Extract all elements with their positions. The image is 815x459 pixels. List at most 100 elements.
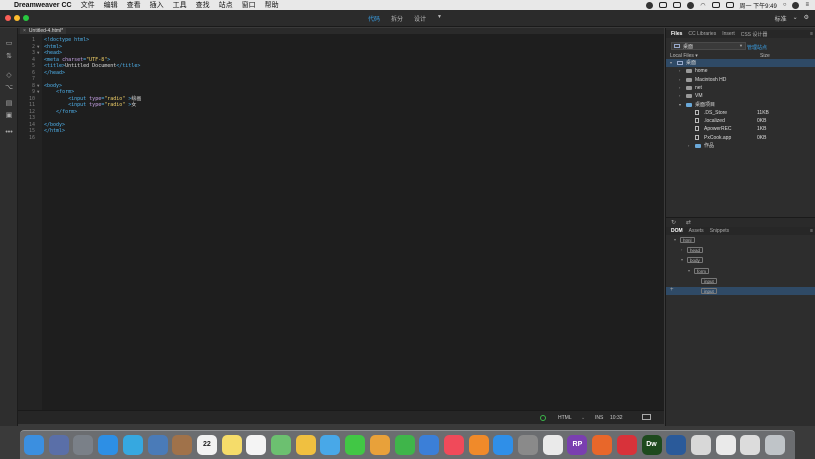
file-tree-item[interactable]: .localized 0KB	[666, 117, 815, 125]
telegram-icon[interactable]	[122, 435, 143, 455]
screen-icon[interactable]	[740, 435, 761, 455]
tab-split-view[interactable]: 拆分	[391, 14, 403, 23]
file-tree-item[interactable]: › VM	[666, 92, 815, 100]
tab-insert[interactable]: Insert	[722, 31, 735, 37]
rocket-icon[interactable]	[73, 435, 94, 455]
tab-css-designer[interactable]: CSS 设计器	[741, 31, 768, 38]
siri-icon[interactable]	[792, 1, 800, 9]
notes-icon[interactable]	[221, 435, 242, 455]
trash-icon[interactable]	[765, 435, 785, 455]
menu-tools[interactable]: 工具	[173, 0, 187, 10]
file-tree-item[interactable]: › net	[666, 84, 815, 92]
baidu-pan-icon[interactable]	[542, 435, 563, 455]
dom-node[interactable]: head	[687, 247, 704, 254]
window-size-icon[interactable]	[642, 414, 651, 420]
chevron-down-icon[interactable]: ▾	[670, 59, 672, 67]
file-tree-item[interactable]: ▾ 桌面	[666, 59, 815, 67]
photos-icon[interactable]	[295, 435, 316, 455]
chevron-down-icon[interactable]: ▼	[437, 14, 442, 23]
tab-cc-libraries[interactable]: CC Libraries	[688, 31, 716, 37]
menu-site[interactable]: 站点	[219, 0, 233, 10]
keyboard-input-icon[interactable]	[711, 2, 720, 8]
menu-find[interactable]: 查找	[196, 0, 210, 10]
safari-icon[interactable]	[98, 435, 119, 455]
tab-dom[interactable]: DOM	[671, 228, 683, 234]
finder-icon[interactable]	[24, 435, 44, 455]
messages-icon[interactable]	[345, 435, 366, 455]
chevron-right-icon[interactable]: ›	[679, 84, 680, 92]
code-editor[interactable]: 1 <!doctype html> 2 ▼ <html> 3 ▼ <head> 4 <meta c…	[18, 34, 664, 410]
menu-help[interactable]: 帮助	[265, 0, 279, 10]
close-window-button[interactable]	[5, 15, 11, 21]
file-tree-item[interactable]: ▾ 桌面项目	[666, 101, 815, 109]
chevron-right-icon[interactable]: ›	[679, 76, 680, 84]
chevron-down-icon[interactable]: ▾	[674, 237, 676, 242]
tab-design-view[interactable]: 设计	[414, 14, 426, 23]
tab-code-view[interactable]: 代码	[368, 14, 380, 23]
tab-assets[interactable]: Assets	[689, 228, 704, 234]
manage-sites-link[interactable]: 管理站点	[747, 44, 767, 51]
search-icon[interactable]: ○	[783, 2, 787, 8]
site-dropdown[interactable]: 桌面 ▼	[671, 42, 746, 50]
firefox-icon[interactable]	[592, 435, 613, 455]
app-store-icon[interactable]	[493, 435, 514, 455]
menu-insert[interactable]: 插入	[150, 0, 164, 10]
quicktime-icon[interactable]	[666, 435, 687, 455]
screenshot-icon[interactable]	[690, 435, 711, 455]
file-tree-item[interactable]: PxCook.app 0KB	[666, 134, 815, 142]
clock[interactable]: 周一 下午9:49	[740, 1, 777, 10]
open-documents-icon[interactable]: ▭	[4, 40, 14, 48]
xmind-icon[interactable]	[616, 435, 637, 455]
time-machine-icon[interactable]	[687, 1, 695, 9]
apply-comment-icon[interactable]: ▤	[4, 100, 14, 108]
check-icon[interactable]	[540, 415, 546, 421]
calendar-icon[interactable]: 22	[196, 435, 217, 455]
more-options-icon[interactable]: •••	[4, 129, 14, 137]
maximize-window-button[interactable]	[23, 15, 29, 21]
wrap-tag-icon[interactable]: ▣	[4, 112, 14, 120]
menu-edit[interactable]: 编辑	[104, 0, 118, 10]
chevron-down-icon[interactable]: ▾	[681, 257, 683, 262]
menu-window[interactable]: 窗口	[242, 0, 256, 10]
tab-files[interactable]: Files	[671, 31, 682, 37]
notification-center-icon[interactable]: ≡	[805, 2, 809, 8]
file-tree-item[interactable]: › Macintosh HD	[666, 76, 815, 84]
file-tree-item[interactable]: › 作品	[666, 142, 815, 150]
menu-view[interactable]: 查看	[127, 0, 141, 10]
display-status-icon[interactable]	[659, 2, 668, 8]
notes-brown-icon[interactable]	[172, 435, 193, 455]
gear-icon[interactable]: ⚙	[804, 14, 809, 23]
pages-icon[interactable]	[369, 435, 390, 455]
add-element-icon[interactable]: +	[670, 287, 674, 293]
file-tree-item[interactable]: ApowerREC 1KB	[666, 125, 815, 133]
axure-rp-icon[interactable]: RP	[567, 435, 588, 455]
file-tree-item[interactable]: .DS_Store 11KB	[666, 109, 815, 117]
dom-node[interactable]: input	[701, 288, 717, 294]
books-icon[interactable]	[468, 435, 489, 455]
chevron-right-icon[interactable]: ›	[679, 92, 680, 100]
reminders-icon[interactable]	[246, 435, 267, 455]
wifi-icon[interactable]: ◠	[700, 2, 705, 9]
file-management-icon[interactable]: ⇅	[4, 53, 14, 61]
chevron-down-icon[interactable]: ⌄	[793, 14, 798, 23]
document-type[interactable]: HTML	[558, 415, 572, 421]
refresh-icon[interactable]: ↻	[671, 219, 676, 226]
chevron-down-icon[interactable]: ⌄	[581, 415, 585, 421]
maps-icon[interactable]	[271, 435, 291, 455]
chevron-down-icon[interactable]: ▾	[688, 268, 690, 273]
menu-file[interactable]: 文件	[81, 0, 95, 10]
dom-node[interactable]: input	[701, 277, 717, 284]
music-icon[interactable]	[443, 435, 464, 455]
dom-node[interactable]: html	[680, 237, 695, 243]
code-line[interactable]: 16	[18, 135, 664, 142]
minimize-window-button[interactable]	[14, 15, 20, 21]
panel-menu-icon[interactable]: ≡	[810, 228, 813, 234]
tab-snippets[interactable]: Snippets	[710, 228, 729, 234]
numbers-icon[interactable]	[394, 435, 415, 455]
chevron-down-icon[interactable]: ▾	[679, 101, 681, 109]
baidu-status-icon[interactable]	[646, 1, 654, 9]
format-source-icon[interactable]: ⌥	[4, 84, 14, 92]
sync-icon[interactable]: ⇄	[686, 219, 691, 226]
launchpad-icon[interactable]	[48, 435, 69, 455]
file-tree-item[interactable]: › home	[666, 67, 815, 75]
